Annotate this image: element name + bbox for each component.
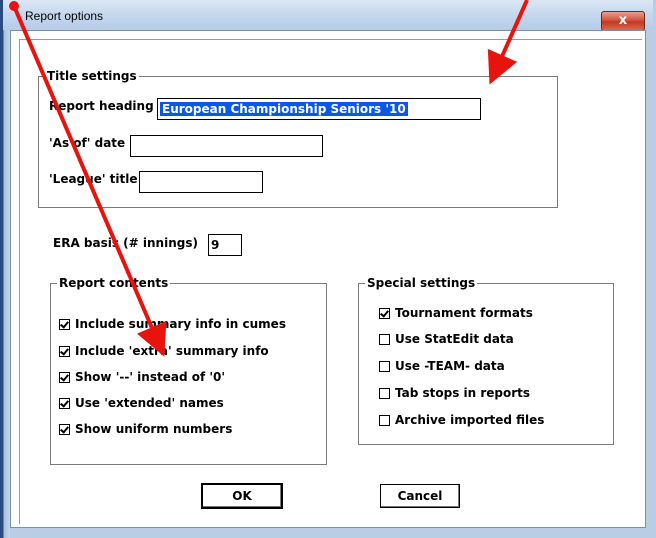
annotation-arrow-heading (487, 0, 529, 85)
report-options-dialog: Report options x Title settings Report h… (0, 0, 656, 538)
annotation-arrow-checkbox (12, 5, 167, 357)
annotation-layer (9, 0, 529, 357)
